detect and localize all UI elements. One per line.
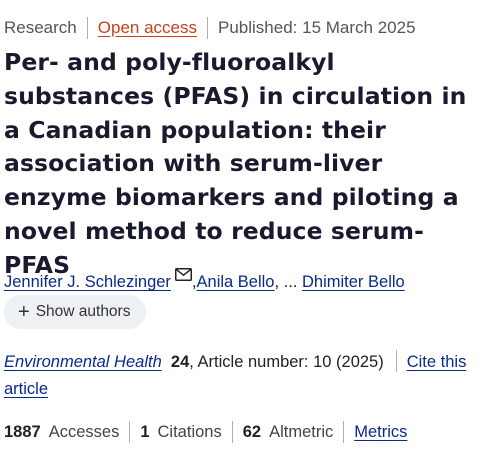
author-list: Jennifer J. Schlezinger , Anila Bello , …: [4, 268, 405, 292]
divider: [395, 350, 397, 372]
divider: [86, 17, 88, 39]
divider: [207, 17, 208, 39]
journal-info: Environmental Health 24, Article number:…: [4, 349, 486, 403]
show-authors-label: Show authors: [35, 303, 131, 320]
article-title: Per- and poly-fluoroalkyl substances (PF…: [4, 48, 467, 279]
article-meta: Research Open access Published: 15 March…: [4, 16, 416, 40]
altmetric-count: 62: [242, 422, 262, 441]
altmetric-label: Altmetric: [269, 422, 334, 441]
plus-icon: +: [18, 301, 30, 323]
accesses-count: 1887: [4, 422, 41, 441]
show-authors-button[interactable]: + Show authors: [4, 295, 147, 329]
metrics-link[interactable]: Metrics: [354, 423, 407, 442]
article-number: , Article number: 10 (2025): [189, 353, 384, 371]
article-type: Research: [4, 18, 77, 37]
author-ellipsis: , ...: [274, 273, 302, 291]
citations-label: Citations: [157, 422, 222, 441]
accesses-label: Accesses: [48, 422, 120, 441]
metrics-row: 1887 Accesses 1 Citations 62 Altmetric M…: [4, 420, 407, 444]
author-link-last[interactable]: Dhimiter Bello: [302, 273, 405, 292]
author-link-second[interactable]: Anila Bello: [197, 273, 275, 292]
published-date: Published: 15 March 2025: [218, 18, 416, 37]
mail-icon[interactable]: [174, 268, 192, 281]
author-link-first[interactable]: Jennifer J. Schlezinger: [4, 273, 171, 292]
divider: [343, 421, 345, 443]
journal-volume: 24: [170, 353, 190, 371]
open-access-link[interactable]: Open access: [98, 18, 197, 38]
journal-link[interactable]: Environmental Health: [4, 353, 162, 371]
divider: [129, 421, 131, 443]
divider: [231, 421, 233, 443]
citations-count: 1: [140, 422, 150, 441]
